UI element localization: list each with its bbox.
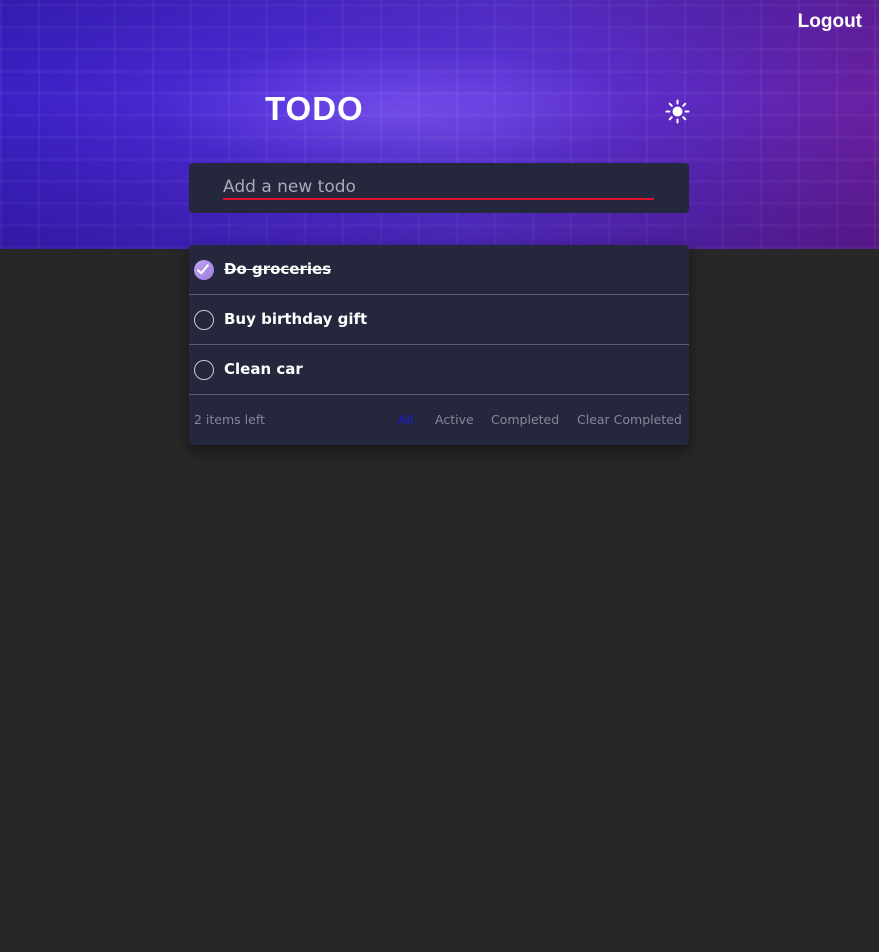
theme-toggle-button[interactable] — [665, 99, 690, 124]
todo-item-text: Do groceries — [224, 260, 332, 278]
items-left-count: 2 items left — [194, 412, 265, 427]
todo-app: Logout TODO Do groceries — [0, 0, 879, 952]
filter-completed[interactable]: Completed — [491, 412, 559, 427]
new-todo-box — [189, 163, 689, 213]
filter-all[interactable]: All — [398, 412, 414, 427]
filter-active[interactable]: Active — [435, 412, 474, 427]
clear-completed-button[interactable]: Clear Completed — [577, 412, 682, 427]
todo-item[interactable]: Do groceries — [189, 245, 689, 295]
todo-checkbox[interactable] — [194, 360, 214, 380]
sun-icon — [665, 99, 690, 124]
new-todo-input[interactable] — [223, 175, 654, 200]
todo-list: Do groceries Buy birthday gift Clean car… — [189, 245, 689, 445]
todo-checkbox-checked[interactable] — [194, 260, 214, 280]
todo-item[interactable]: Clean car — [189, 345, 689, 395]
check-icon — [196, 261, 210, 275]
todo-item[interactable]: Buy birthday gift — [189, 295, 689, 345]
todo-footer: 2 items left All Active Completed Clear … — [189, 395, 689, 445]
page-title: TODO — [265, 90, 364, 127]
todo-item-text: Buy birthday gift — [224, 310, 368, 328]
todo-checkbox[interactable] — [194, 310, 214, 330]
todo-item-text: Clean car — [224, 360, 303, 378]
logout-button[interactable]: Logout — [798, 11, 862, 33]
